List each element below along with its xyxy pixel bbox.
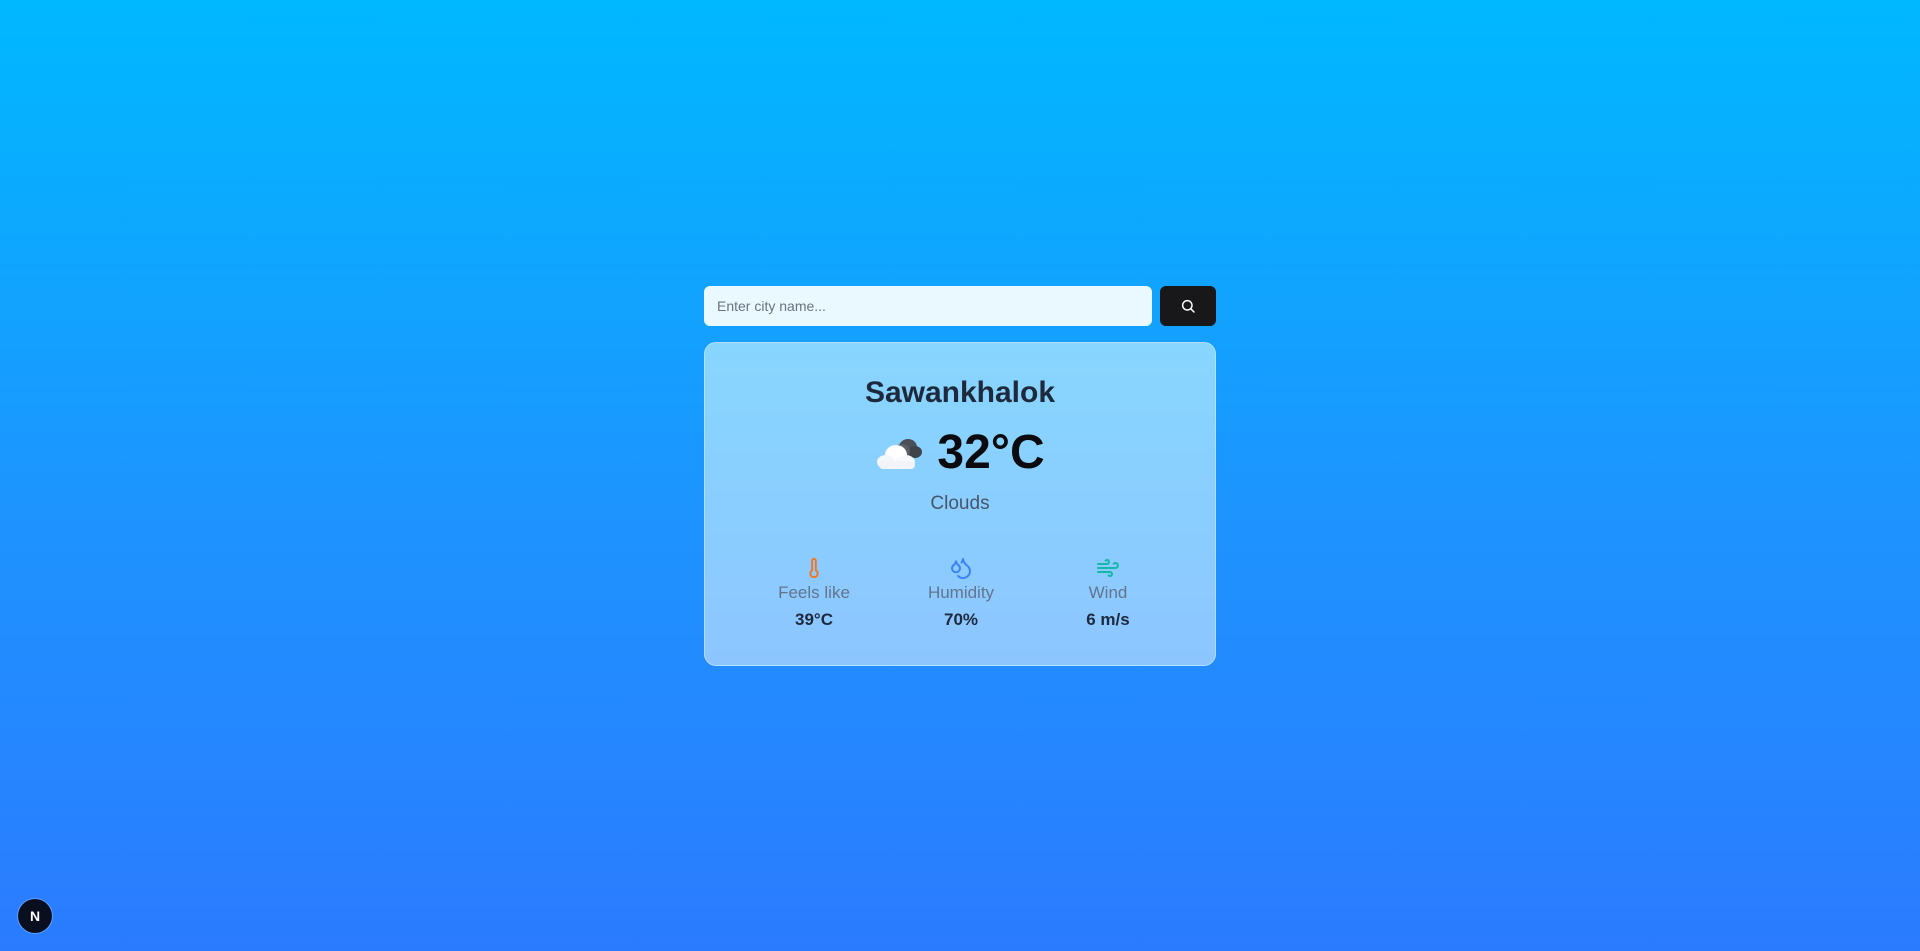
stat-wind: Wind 6 m/s (1063, 555, 1153, 631)
stat-value: 70% (943, 610, 979, 629)
search-bar (704, 286, 1216, 326)
cloud-icon (875, 433, 923, 473)
nextjs-logo-icon: N (29, 908, 41, 924)
nextjs-dev-badge[interactable]: N (18, 899, 52, 933)
stat-label: Feels like (778, 583, 850, 602)
stat-value: 39°C (795, 610, 833, 629)
search-button[interactable] (1160, 286, 1216, 326)
stat-feels-like: Feels like 39°C (769, 555, 859, 631)
stat-humidity: Humidity 70% (916, 555, 1006, 631)
wind-icon (1095, 555, 1121, 581)
temperature-row: 32°C (705, 425, 1215, 481)
city-name: Sawankhalok (864, 376, 1056, 409)
city-search-input[interactable] (704, 286, 1152, 326)
search-icon (1180, 298, 1196, 314)
stat-value: 6 m/s (1086, 610, 1130, 629)
stat-label: Humidity (927, 583, 995, 602)
weather-description: Clouds (930, 493, 990, 514)
thermometer-icon (803, 555, 825, 581)
weather-card: Sawankhalok 32°C Clouds Feels like 39°C … (704, 342, 1216, 666)
temperature-value: 32°C (937, 426, 1045, 479)
weather-stats: Feels like 39°C Humidity 70% Wind 6 m/s (705, 555, 1215, 631)
weather-app: Sawankhalok 32°C Clouds (704, 286, 1216, 666)
stat-label: Wind (1088, 583, 1128, 602)
droplets-icon (949, 555, 973, 581)
